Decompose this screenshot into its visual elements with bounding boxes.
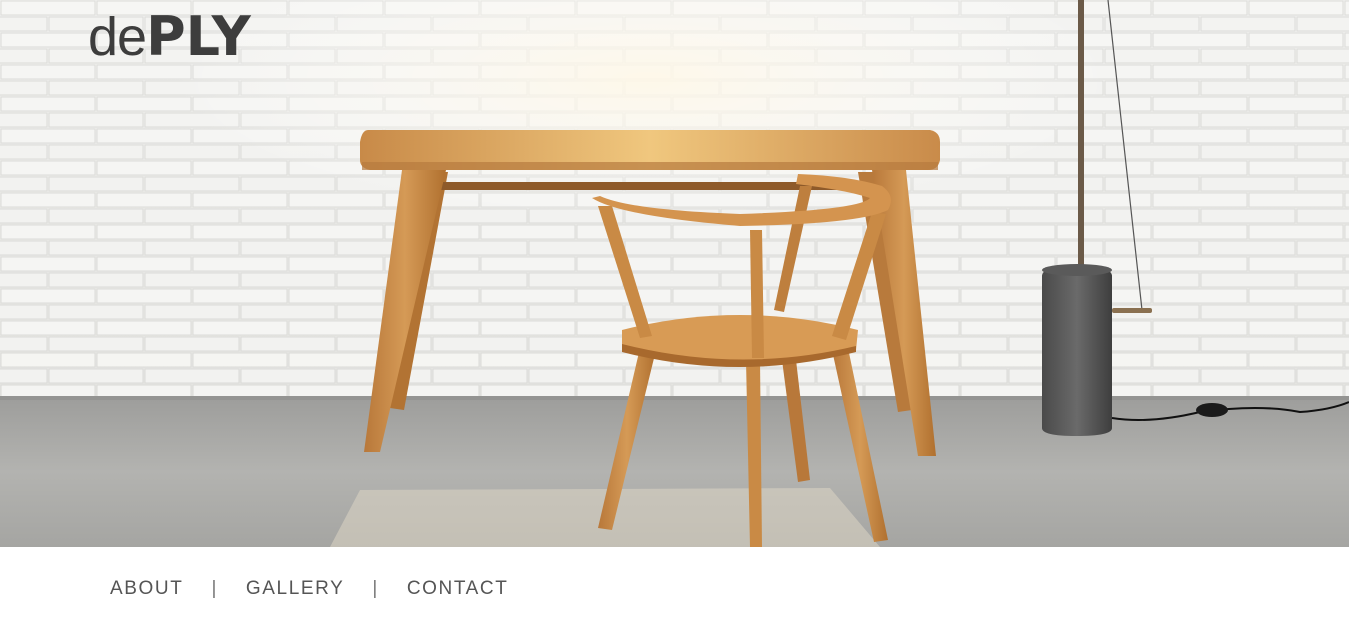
nav-separator: | (211, 578, 218, 599)
logo-light-text: de (88, 7, 147, 67)
main-navigation: ABOUT | GALLERY | CONTACT (0, 547, 1349, 625)
nav-list: ABOUT | GALLERY | CONTACT (110, 578, 508, 600)
hero-image: dePLY (0, 0, 1349, 547)
nav-link-contact[interactable]: CONTACT (407, 578, 509, 600)
brand-logo[interactable]: dePLY (88, 4, 251, 70)
nav-link-about[interactable]: ABOUT (110, 578, 183, 600)
nav-link-gallery[interactable]: GALLERY (246, 578, 345, 600)
nav-separator: | (372, 578, 379, 599)
hero-photo-illustration (0, 0, 1349, 547)
page: dePLY ABOUT | GALLERY | CONTACT (0, 0, 1349, 625)
logo-bold-text: PLY (146, 5, 251, 68)
